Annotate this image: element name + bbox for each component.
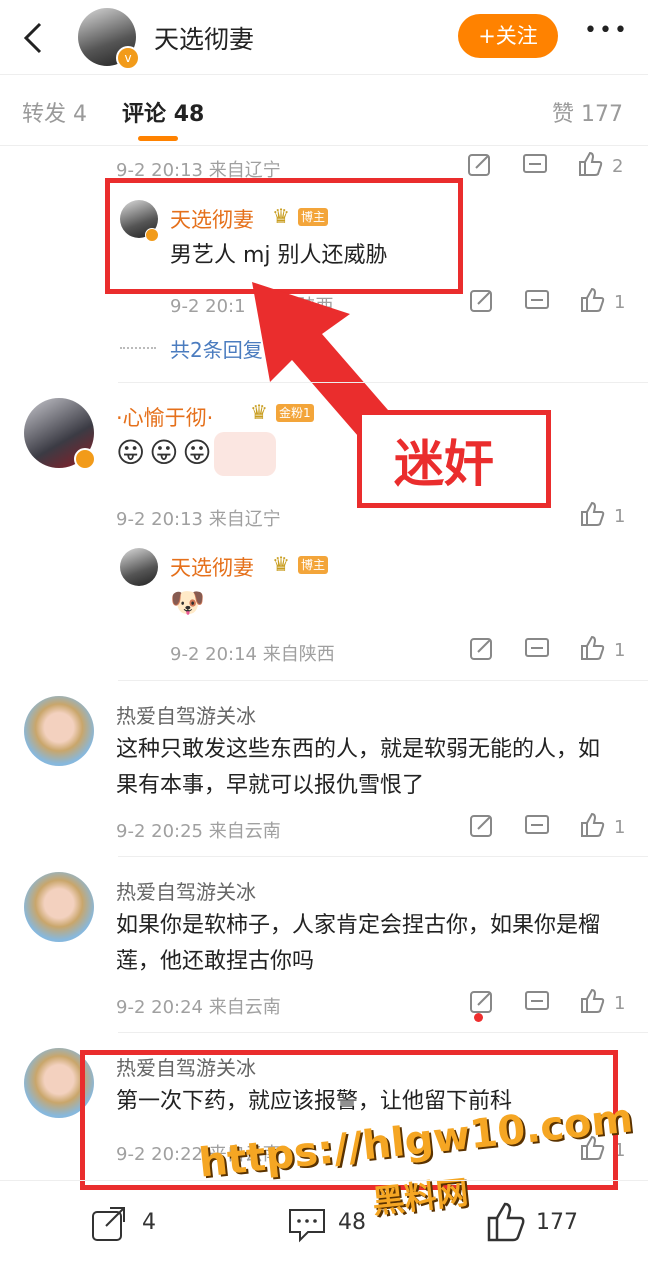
reply-icon[interactable] [524, 636, 550, 662]
like-count: 2 [612, 156, 624, 177]
like-icon[interactable] [576, 150, 604, 178]
header-divider [0, 74, 648, 75]
like-icon[interactable] [578, 987, 606, 1015]
like-count: 1 [614, 292, 626, 313]
comment-meta: 9-2 20:25 来自云南 [116, 821, 281, 842]
like-count: 1 [614, 817, 626, 838]
comment-icon [289, 1209, 325, 1243]
share-icon[interactable] [468, 813, 494, 839]
watermark-site: 黑料网 [370, 1173, 470, 1221]
comment-text: 这种只敢发这些东西的人，就是软弱无能的人，如果有本事，早就可以报仇雪恨了 [116, 737, 601, 798]
comment-meta: 9-2 20:13 来自辽宁 [116, 509, 281, 530]
comment-avatar[interactable] [24, 872, 94, 942]
notification-dot [474, 1013, 483, 1022]
like-icon[interactable] [578, 634, 606, 662]
verified-badge-icon [74, 448, 96, 470]
follow-button[interactable]: +关注 [458, 14, 558, 58]
divider [118, 856, 648, 857]
tab-active-indicator [138, 136, 178, 141]
like-count: 1 [614, 993, 626, 1014]
comment-meta: 9-2 20:14 来自陕西 [170, 644, 335, 665]
reply-username[interactable]: 天选彻妻 [170, 552, 254, 582]
header-username[interactable]: 天选彻妻 [154, 20, 254, 56]
share-icon[interactable] [466, 152, 492, 178]
reply-avatar[interactable] [120, 548, 158, 586]
verified-badge-icon: v [116, 46, 140, 70]
divider [118, 680, 648, 681]
share-icon[interactable] [468, 989, 494, 1015]
divider [118, 382, 648, 383]
bottom-comment-button[interactable]: 48 [286, 1204, 376, 1244]
bottom-like-button[interactable]: 177 [484, 1200, 584, 1244]
like-icon[interactable] [578, 500, 606, 528]
comment-emoji: 😛😛😛 [116, 436, 216, 469]
reply-icon[interactable] [524, 288, 550, 314]
reply-icon[interactable] [524, 813, 550, 839]
tab-likes[interactable]: 赞 177 [552, 96, 623, 128]
comment-username[interactable]: ·心愉于彻· [116, 402, 213, 432]
bottom-repost-button[interactable]: 4 [90, 1204, 170, 1244]
annotation-label: 迷奸 [394, 435, 494, 493]
like-icon [487, 1202, 525, 1242]
like-count: 177 [536, 1210, 578, 1235]
like-count: 1 [614, 506, 626, 527]
crown-icon: ♛ [272, 552, 290, 576]
back-arrow-icon [23, 22, 42, 54]
comment-count: 48 [338, 1210, 366, 1235]
sticker-decoration [214, 432, 276, 476]
crown-icon: ♛ [250, 400, 268, 424]
comment-text: 如果你是软柿子，人家肯定会捏古你，如果你是榴莲，他还敢捏古你吗 [116, 913, 601, 974]
tab-comments-label: 评论 [122, 102, 167, 127]
reply-icon[interactable] [522, 152, 548, 178]
reply-emoji: 🐶 [170, 586, 205, 619]
dotted-line [120, 347, 156, 349]
tab-comments[interactable]: 评论 48 [122, 96, 204, 128]
like-count: 1 [614, 640, 626, 661]
comment-username[interactable]: 热爱自驾游关冰 [116, 876, 256, 905]
divider [118, 1032, 648, 1033]
author-badge: 博主 [298, 556, 329, 574]
back-button[interactable] [18, 18, 48, 58]
tab-repost[interactable]: 转发 4 [22, 96, 87, 128]
repost-count: 4 [142, 1210, 156, 1235]
bottom-divider [0, 1180, 648, 1181]
like-icon[interactable] [578, 811, 606, 839]
share-icon[interactable] [468, 288, 494, 314]
like-icon[interactable] [578, 286, 606, 314]
tabs-divider [0, 145, 648, 146]
comment-meta: 9-2 20:24 来自云南 [116, 997, 281, 1018]
tab-comments-count: 48 [173, 102, 205, 127]
reply-icon[interactable] [524, 989, 550, 1015]
comment-username[interactable]: 热爱自驾游关冰 [116, 700, 256, 729]
more-icon[interactable]: ••• [584, 18, 629, 43]
share-icon[interactable] [468, 636, 494, 662]
comment-avatar[interactable] [24, 696, 94, 766]
fan-badge: 金粉1 [276, 404, 314, 422]
repost-icon [92, 1207, 125, 1241]
